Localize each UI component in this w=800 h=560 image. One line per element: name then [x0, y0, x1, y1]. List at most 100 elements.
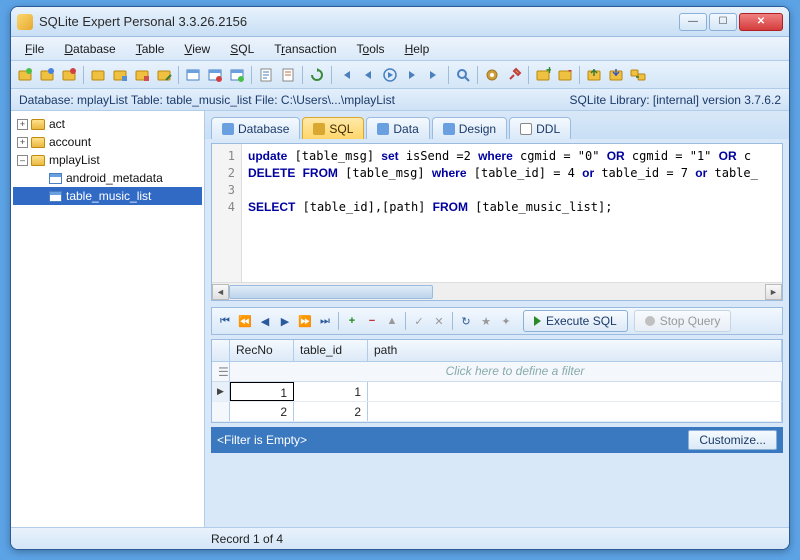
- tab-ddl[interactable]: DDL: [509, 117, 571, 139]
- tabstrip: Database SQL Data Design DDL: [205, 111, 789, 139]
- tb-nav-last-icon[interactable]: [424, 65, 444, 85]
- tb-nav-first-icon[interactable]: [336, 65, 356, 85]
- tb-db2-icon[interactable]: [110, 65, 130, 85]
- row-refresh-icon[interactable]: ↻: [457, 312, 475, 330]
- tab-data[interactable]: Data: [366, 117, 429, 139]
- table-row[interactable]: ▶ 1 1: [212, 382, 782, 402]
- sql-code[interactable]: update [table_msg] set isSend =2 where c…: [242, 144, 782, 282]
- tb-script-icon[interactable]: [256, 65, 276, 85]
- col-path[interactable]: path: [368, 340, 782, 361]
- menu-view[interactable]: View: [174, 39, 220, 59]
- line-gutter: 1234: [212, 144, 242, 282]
- tb-tools-icon[interactable]: [504, 65, 524, 85]
- menubar: File Database Table View SQL Transaction…: [11, 37, 789, 61]
- menu-sql[interactable]: SQL: [220, 39, 264, 59]
- col-indicator: [212, 340, 230, 361]
- tb-close-db-icon[interactable]: [59, 65, 79, 85]
- tab-design[interactable]: Design: [432, 117, 507, 139]
- row-cancel-icon[interactable]: ✕: [430, 312, 448, 330]
- data-icon: [377, 123, 389, 135]
- tb-transfer-icon[interactable]: [628, 65, 648, 85]
- nav-next-icon[interactable]: ▶: [276, 312, 294, 330]
- editor-hscroll[interactable]: ◄ ►: [212, 282, 782, 300]
- menu-database[interactable]: Database: [54, 39, 125, 59]
- scroll-left-icon[interactable]: ◄: [212, 284, 229, 300]
- svg-text:-: -: [568, 67, 572, 77]
- execute-sql-button[interactable]: Execute SQL: [523, 310, 628, 332]
- row-delete-icon[interactable]: −: [363, 312, 381, 330]
- filter-status: <Filter is Empty>: [217, 433, 307, 447]
- tree-table-music-list[interactable]: table_music_list: [13, 187, 202, 205]
- nav-nextpage-icon[interactable]: ⏩: [296, 312, 314, 330]
- row-bookmark-icon[interactable]: ★: [477, 312, 495, 330]
- tab-database[interactable]: Database: [211, 117, 300, 139]
- ddl-icon: [520, 123, 532, 135]
- folder-icon: [31, 155, 45, 166]
- nav-prev-icon[interactable]: ◀: [256, 312, 274, 330]
- tb-add-icon[interactable]: +: [533, 65, 553, 85]
- tb-import-icon[interactable]: [606, 65, 626, 85]
- tb-remove-icon[interactable]: -: [555, 65, 575, 85]
- nav-prevpage-icon[interactable]: ⏪: [236, 312, 254, 330]
- tb-find-icon[interactable]: [453, 65, 473, 85]
- table-icon: [49, 191, 62, 202]
- menu-tools[interactable]: Tools: [347, 39, 395, 59]
- col-recno[interactable]: RecNo: [230, 340, 294, 361]
- maximize-button[interactable]: ☐: [709, 13, 737, 31]
- main-panel: Database SQL Data Design DDL 1234 update…: [205, 111, 789, 527]
- row-bookmark2-icon[interactable]: ✦: [497, 312, 515, 330]
- minimize-button[interactable]: —: [679, 13, 707, 31]
- tb-db4-icon[interactable]: [154, 65, 174, 85]
- app-icon: [17, 14, 33, 30]
- info-left: Database: mplayList Table: table_music_l…: [19, 93, 395, 107]
- tb-db3-icon[interactable]: [132, 65, 152, 85]
- record-status: Record 1 of 4: [211, 532, 283, 546]
- tb-nav-next-icon[interactable]: [402, 65, 422, 85]
- row-edit-icon[interactable]: ▲: [383, 312, 401, 330]
- nav-last-icon[interactable]: ⏭: [316, 312, 334, 330]
- result-toolbar: ⏮ ⏪ ◀ ▶ ⏩ ⏭ + − ▲ ✓ ✕ ↻ ★ ✦ Execute SQL …: [211, 307, 783, 335]
- tb-gear-icon[interactable]: [482, 65, 502, 85]
- row-post-icon[interactable]: ✓: [410, 312, 428, 330]
- customize-button[interactable]: Customize...: [688, 430, 777, 450]
- menu-file[interactable]: File: [15, 39, 54, 59]
- filter-bar: <Filter is Empty> Customize...: [211, 427, 783, 453]
- tb-table-icon[interactable]: [183, 65, 203, 85]
- tb-refresh-icon[interactable]: [307, 65, 327, 85]
- menu-help[interactable]: Help: [395, 39, 440, 59]
- result-grid[interactable]: RecNo table_id path ☰ Click here to defi…: [211, 339, 783, 423]
- tree-db-act[interactable]: +act: [13, 115, 202, 133]
- tb-open-db-icon[interactable]: [37, 65, 57, 85]
- svg-text:+: +: [546, 67, 551, 77]
- row-insert-icon[interactable]: +: [343, 312, 361, 330]
- tb-table3-icon[interactable]: [227, 65, 247, 85]
- nav-first-icon[interactable]: ⏮: [216, 312, 234, 330]
- col-table-id[interactable]: table_id: [294, 340, 368, 361]
- db-tree[interactable]: +act +account –mplayList android_metadat…: [11, 111, 205, 527]
- tree-table-android-metadata[interactable]: android_metadata: [13, 169, 202, 187]
- tb-new-db-icon[interactable]: [15, 65, 35, 85]
- menu-transaction[interactable]: Transaction: [264, 39, 346, 59]
- tree-db-mplaylist[interactable]: –mplayList: [13, 151, 202, 169]
- tab-sql[interactable]: SQL: [302, 117, 364, 139]
- tree-db-account[interactable]: +account: [13, 133, 202, 151]
- tb-db-icon[interactable]: [88, 65, 108, 85]
- folder-icon: [31, 119, 45, 130]
- scroll-right-icon[interactable]: ►: [765, 284, 782, 300]
- info-bar: Database: mplayList Table: table_music_l…: [11, 89, 789, 111]
- window-title: SQLite Expert Personal 3.3.26.2156: [39, 14, 679, 29]
- tb-script2-icon[interactable]: [278, 65, 298, 85]
- grid-header: RecNo table_id path: [212, 340, 782, 362]
- design-icon: [443, 123, 455, 135]
- sql-icon: [313, 123, 325, 135]
- tb-nav-prev-icon[interactable]: [358, 65, 378, 85]
- tb-table2-icon[interactable]: [205, 65, 225, 85]
- tb-nav-play-icon[interactable]: [380, 65, 400, 85]
- grid-filter-row[interactable]: ☰ Click here to define a filter: [212, 362, 782, 382]
- table-row[interactable]: 2 2: [212, 402, 782, 422]
- close-button[interactable]: ✕: [739, 13, 783, 31]
- scroll-thumb[interactable]: [229, 285, 433, 299]
- menu-table[interactable]: Table: [126, 39, 175, 59]
- tb-export-icon[interactable]: [584, 65, 604, 85]
- sql-editor[interactable]: 1234 update [table_msg] set isSend =2 wh…: [211, 143, 783, 301]
